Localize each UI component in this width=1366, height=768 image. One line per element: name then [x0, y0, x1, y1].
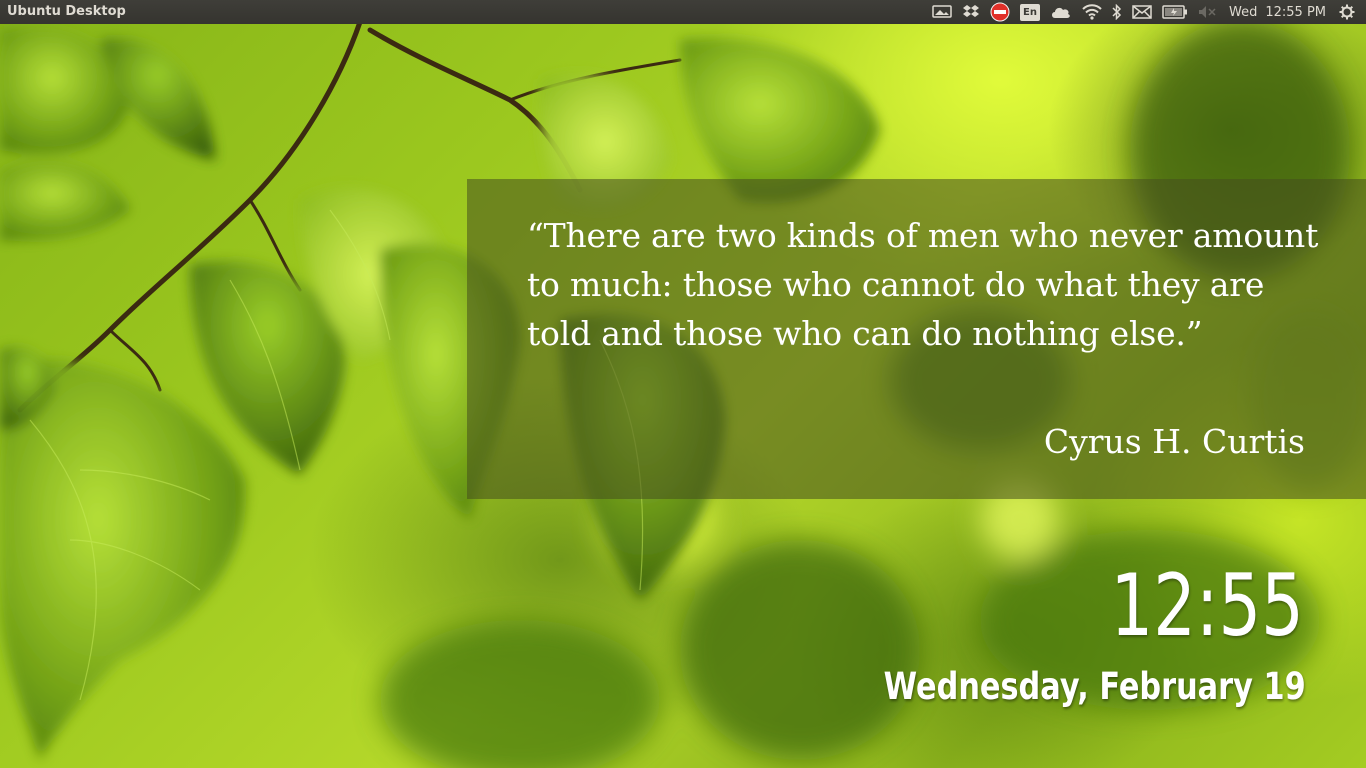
clock-day[interactable]: Wed — [1229, 5, 1257, 20]
mail-icon[interactable] — [1132, 0, 1152, 24]
desktop-clock-time: 12:55 — [1110, 556, 1304, 656]
desktop-clock-date: Wednesday, February 19 — [883, 665, 1306, 708]
no-entry-icon[interactable] — [990, 0, 1010, 24]
system-gear-icon[interactable] — [1339, 0, 1355, 24]
volume-muted-icon[interactable] — [1198, 0, 1218, 24]
indicator-area: En Wed 12:55 PM — [927, 0, 1360, 24]
quote-widget: “There are two kinds of men who never am… — [467, 179, 1366, 499]
keyboard-layout-indicator[interactable]: En — [1020, 0, 1040, 24]
bluetooth-icon[interactable] — [1112, 0, 1122, 24]
display-icon[interactable] — [932, 0, 952, 24]
dropbox-icon[interactable] — [962, 0, 980, 24]
battery-icon[interactable] — [1162, 0, 1188, 24]
keyboard-layout-label: En — [1020, 3, 1040, 21]
cloud-icon[interactable] — [1050, 0, 1072, 24]
clock-time-indicator[interactable]: 12:55 PM — [1265, 5, 1326, 20]
wifi-icon[interactable] — [1082, 0, 1102, 24]
quote-text: “There are two kinds of men who never am… — [527, 216, 1319, 353]
desktop: Ubuntu Desktop En Wed 12:55 PM “There ar… — [0, 0, 1366, 768]
quote-author: Cyrus H. Curtis — [1043, 422, 1305, 461]
top-panel: Ubuntu Desktop En Wed 12:55 PM — [0, 0, 1366, 24]
window-title: Ubuntu Desktop — [7, 4, 126, 19]
